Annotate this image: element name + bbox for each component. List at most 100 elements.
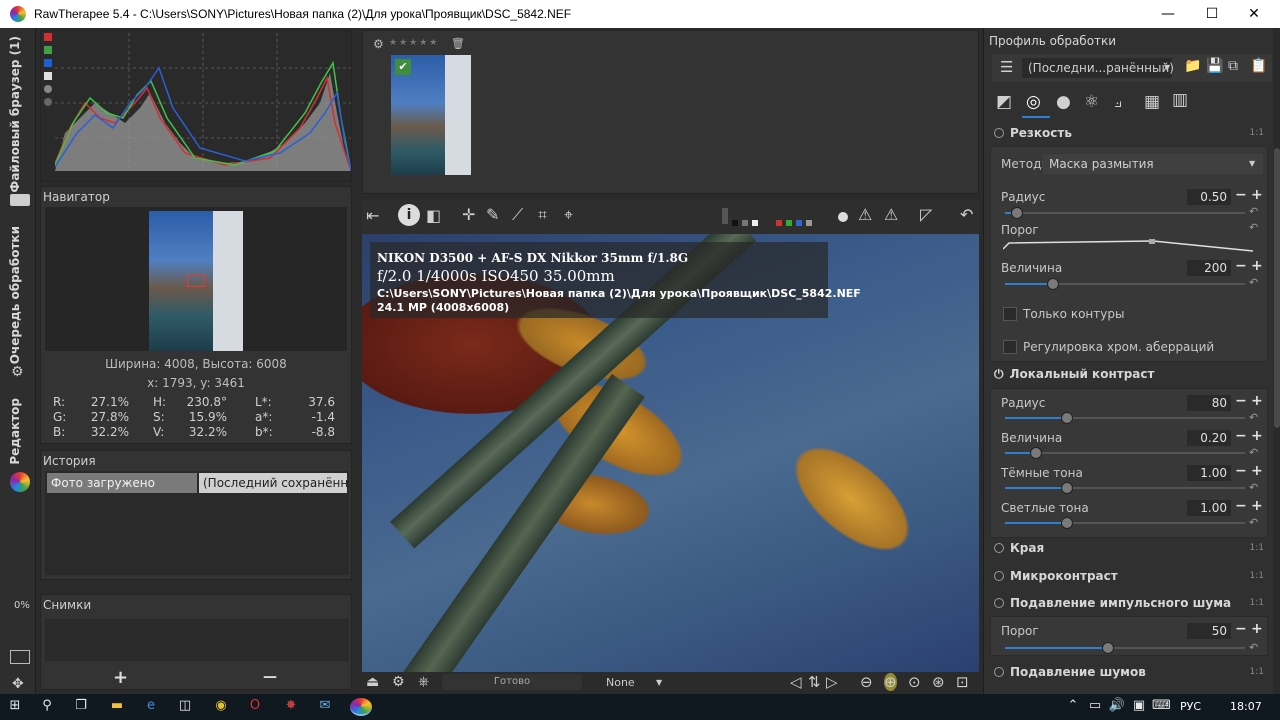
tab-file-browser[interactable]: Файловый браузер (1) [8, 36, 22, 193]
transform-tab-icon[interactable]: ⟓ [1114, 92, 1122, 112]
file-explorer-icon[interactable]: ▬ [108, 698, 126, 716]
sharpening-radius-minus[interactable]: − [1235, 187, 1247, 203]
preview-white-bg[interactable] [752, 220, 758, 226]
lc-lightness-minus[interactable]: − [1235, 498, 1247, 514]
histogram-red-toggle[interactable] [44, 33, 52, 41]
edit-external-icon[interactable]: ⎈ [418, 674, 429, 690]
sharpening-amount-knob[interactable] [1047, 278, 1059, 290]
impulse-threshold-slider[interactable] [1005, 642, 1245, 654]
lc-radius-knob[interactable] [1061, 412, 1074, 424]
lc-radius-plus[interactable]: + [1251, 393, 1263, 409]
highlight-clip-warning-icon[interactable]: ⚠ [884, 205, 898, 224]
sharpening-radius-knob[interactable] [1011, 207, 1023, 219]
thumbnail-checked-icon[interactable]: ✔ [395, 59, 411, 75]
zoom-out-icon[interactable]: ⊖ [860, 673, 873, 691]
tray-network-icon[interactable]: ▣ [1130, 698, 1148, 716]
lc-amount-slider[interactable] [1005, 447, 1245, 459]
local-contrast-title[interactable]: ⏻ Локальный контраст [994, 367, 1154, 382]
filmstrip-gear-icon[interactable]: ⚙ [373, 37, 384, 51]
image-info-icon[interactable]: ⏏ [366, 674, 379, 690]
edges-only-checkbox[interactable] [1003, 307, 1017, 321]
histogram-chroma-toggle[interactable] [44, 85, 52, 93]
advanced-tab-icon[interactable]: ⚛ [1084, 92, 1099, 112]
lc-darkness-knob[interactable] [1061, 482, 1074, 494]
lc-darkness-value[interactable]: 1.00 [1187, 465, 1231, 481]
editor-color-icon[interactable] [10, 472, 30, 492]
lc-amount-knob[interactable] [1030, 447, 1043, 459]
preview-blue-channel[interactable] [796, 220, 802, 226]
filmstrip-thumbnail[interactable]: ✔ [391, 55, 471, 175]
preview-luma-channel[interactable] [806, 220, 812, 226]
preview-bg-toggle[interactable] [722, 208, 728, 224]
focus-mask-icon[interactable] [838, 212, 848, 222]
lc-lightness-slider[interactable] [1005, 517, 1245, 529]
preview-red-channel[interactable] [776, 220, 782, 226]
edge-icon[interactable]: e [142, 698, 160, 716]
folder-icon[interactable] [10, 194, 30, 206]
lc-darkness-reset-icon[interactable]: ↶ [1249, 481, 1258, 494]
tab-queue[interactable]: Очередь обработки [8, 226, 22, 364]
sharpening-amount-minus[interactable]: − [1235, 258, 1247, 274]
tray-volume-icon[interactable]: 🔊 [1108, 698, 1126, 716]
app-icon[interactable]: ✸ [282, 698, 300, 716]
lc-lightness-knob[interactable] [1061, 517, 1074, 529]
sharpening-amount-slider[interactable] [1005, 278, 1245, 290]
impulse-threshold-knob[interactable] [1102, 642, 1115, 654]
zoom-fit-crop-icon[interactable]: ⊡ [956, 673, 969, 691]
before-after-icon[interactable]: ◧ [426, 206, 441, 225]
trash-icon[interactable]: 🗑 [451, 37, 465, 50]
rawtherapee-taskbar-icon[interactable] [350, 698, 372, 716]
sharpening-radius-plus[interactable]: + [1251, 187, 1263, 203]
mail-icon[interactable]: ✉ [316, 698, 334, 716]
tray-battery-icon[interactable]: ▭ [1086, 698, 1104, 716]
sharpening-radius-value[interactable]: 0.50 [1187, 189, 1231, 205]
crop-icon[interactable]: ⌗ [538, 205, 547, 225]
microcontrast-power-icon[interactable] [994, 571, 1004, 581]
history-row-loaded[interactable]: Фото загружено [47, 473, 197, 493]
raw-tab-icon[interactable]: ▦ [1144, 92, 1160, 112]
straighten-icon[interactable]: ⟋ [512, 205, 523, 225]
preview-black-bg[interactable] [732, 220, 738, 226]
tools-scrollbar-thumb[interactable] [1274, 148, 1280, 428]
lc-radius-minus[interactable]: − [1235, 393, 1247, 409]
add-snapshot-button[interactable]: + [113, 667, 128, 688]
lc-lightness-plus[interactable]: + [1251, 498, 1263, 514]
lc-amount-reset-icon[interactable]: ↶ [1249, 446, 1258, 459]
profile-combobox[interactable]: (Последни...ранённый) [1022, 58, 1174, 78]
impulse-power-icon[interactable] [994, 598, 1004, 608]
minimize-button[interactable]: — [1146, 0, 1190, 28]
shadow-clip-warning-icon[interactable]: ⚠ [858, 205, 872, 224]
queue-add-icon[interactable]: ⚙ [392, 674, 405, 690]
start-icon[interactable]: ⊞ [6, 698, 24, 716]
store-icon[interactable]: ◫ [176, 698, 194, 716]
impulse-title[interactable]: Подавление импульсного шума [994, 596, 1231, 610]
maximize-button[interactable]: ☐ [1190, 0, 1234, 28]
histogram-toggle-icon[interactable]: ◸ [920, 205, 932, 224]
lc-darkness-slider[interactable] [1005, 482, 1245, 494]
sharpening-amount-value[interactable]: 200 [1187, 260, 1231, 276]
histogram-raw-toggle[interactable] [44, 98, 52, 106]
sync-icon[interactable]: ⇅ [808, 673, 821, 691]
zoom-100-icon[interactable]: ⊛ [932, 673, 945, 691]
chrome-icon[interactable]: ◉ [212, 698, 230, 716]
info-icon[interactable]: i [398, 204, 420, 226]
close-button[interactable]: ✕ [1232, 0, 1276, 28]
nav-prev-icon[interactable]: ◁ [790, 673, 802, 691]
zoom-in-icon[interactable]: ⊕ [884, 673, 897, 691]
metadata-tab-icon[interactable]: ▥ [1172, 90, 1188, 110]
white-balance-picker-icon[interactable]: ✎ [486, 205, 499, 224]
lc-darkness-plus[interactable]: + [1251, 463, 1263, 479]
lc-darkness-minus[interactable]: − [1235, 463, 1247, 479]
details-tab-icon[interactable]: ◎ [1026, 92, 1041, 112]
paste-profile-icon[interactable]: 📋 [1250, 58, 1267, 74]
sharpening-threshold-reset-icon[interactable]: ↶ [1249, 221, 1258, 234]
opera-icon[interactable]: O [246, 698, 264, 716]
copy-profile-icon[interactable]: ⧉ [1228, 58, 1238, 74]
impulse-threshold-minus[interactable]: − [1235, 621, 1247, 637]
profile-select-arrow-icon[interactable]: ▼ [656, 678, 662, 687]
histogram-luma-toggle[interactable] [44, 72, 52, 80]
history-row-bookmark[interactable]: (Последний сохранённ... [199, 473, 347, 493]
tray-clock[interactable]: 18:07 [1230, 700, 1262, 713]
sharpening-radius-reset-icon[interactable]: ↶ [1249, 205, 1258, 218]
navigator-thumbnail[interactable] [149, 211, 243, 351]
